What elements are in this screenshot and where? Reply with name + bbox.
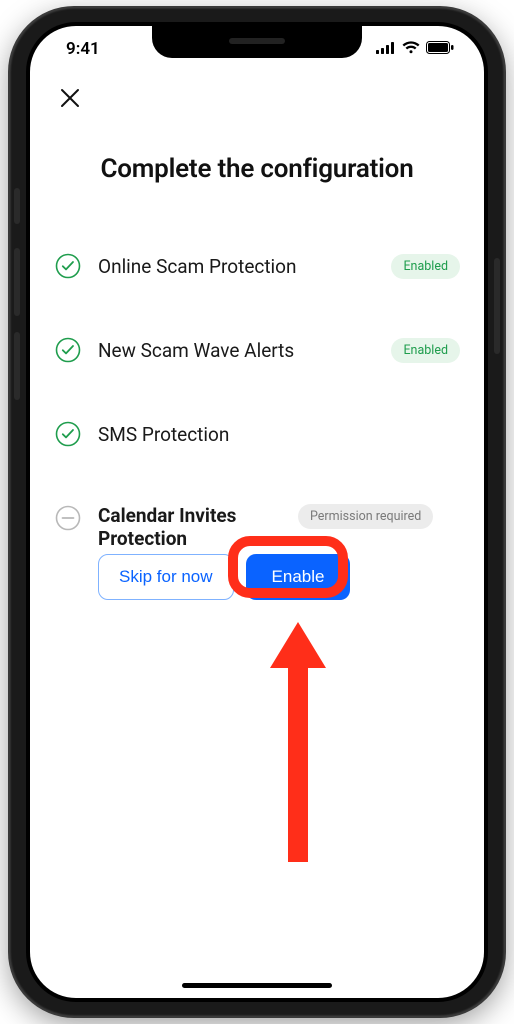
- enable-button[interactable]: Enable: [246, 554, 351, 600]
- config-item-label: Online Scam Protection: [98, 255, 391, 278]
- action-row: Skip for now Enable: [54, 554, 460, 600]
- skip-button[interactable]: Skip for now: [98, 554, 234, 600]
- config-item-sms-protection: SMS Protection: [54, 392, 460, 476]
- phone-side-button: [14, 188, 20, 224]
- check-circle-icon: [54, 420, 82, 448]
- status-time: 9:41: [66, 39, 100, 59]
- check-circle-icon: [54, 252, 82, 280]
- config-item-label: SMS Protection: [98, 423, 460, 446]
- annotation-arrow: [268, 622, 328, 862]
- minus-circle-icon: [54, 504, 82, 532]
- close-button[interactable]: [54, 84, 86, 116]
- screen: 9:41: [30, 26, 484, 998]
- notch: [152, 26, 362, 58]
- battery-icon: [426, 39, 454, 59]
- config-item-label: New Scam Wave Alerts: [98, 339, 391, 362]
- check-circle-icon: [54, 336, 82, 364]
- status-badge: Enabled: [391, 338, 460, 363]
- status-badge: Enabled: [391, 254, 460, 279]
- close-icon: [59, 87, 81, 113]
- config-item-calendar-invites-protection: Calendar Invites Protection Permission r…: [54, 476, 460, 562]
- config-item-online-scam-protection: Online Scam Protection Enabled: [54, 224, 460, 308]
- phone-frame: 9:41: [10, 8, 504, 1016]
- phone-side-button: [494, 258, 500, 354]
- signal-icon: [376, 39, 396, 59]
- home-indicator[interactable]: [182, 983, 332, 988]
- wifi-icon: [402, 39, 420, 59]
- phone-side-button: [14, 248, 20, 316]
- config-item-label: Calendar Invites Protection: [98, 504, 298, 550]
- status-badge: Permission required: [298, 504, 433, 529]
- config-item-scam-wave-alerts: New Scam Wave Alerts Enabled: [54, 308, 460, 392]
- phone-side-button: [14, 332, 20, 400]
- page-title: Complete the configuration: [54, 154, 460, 184]
